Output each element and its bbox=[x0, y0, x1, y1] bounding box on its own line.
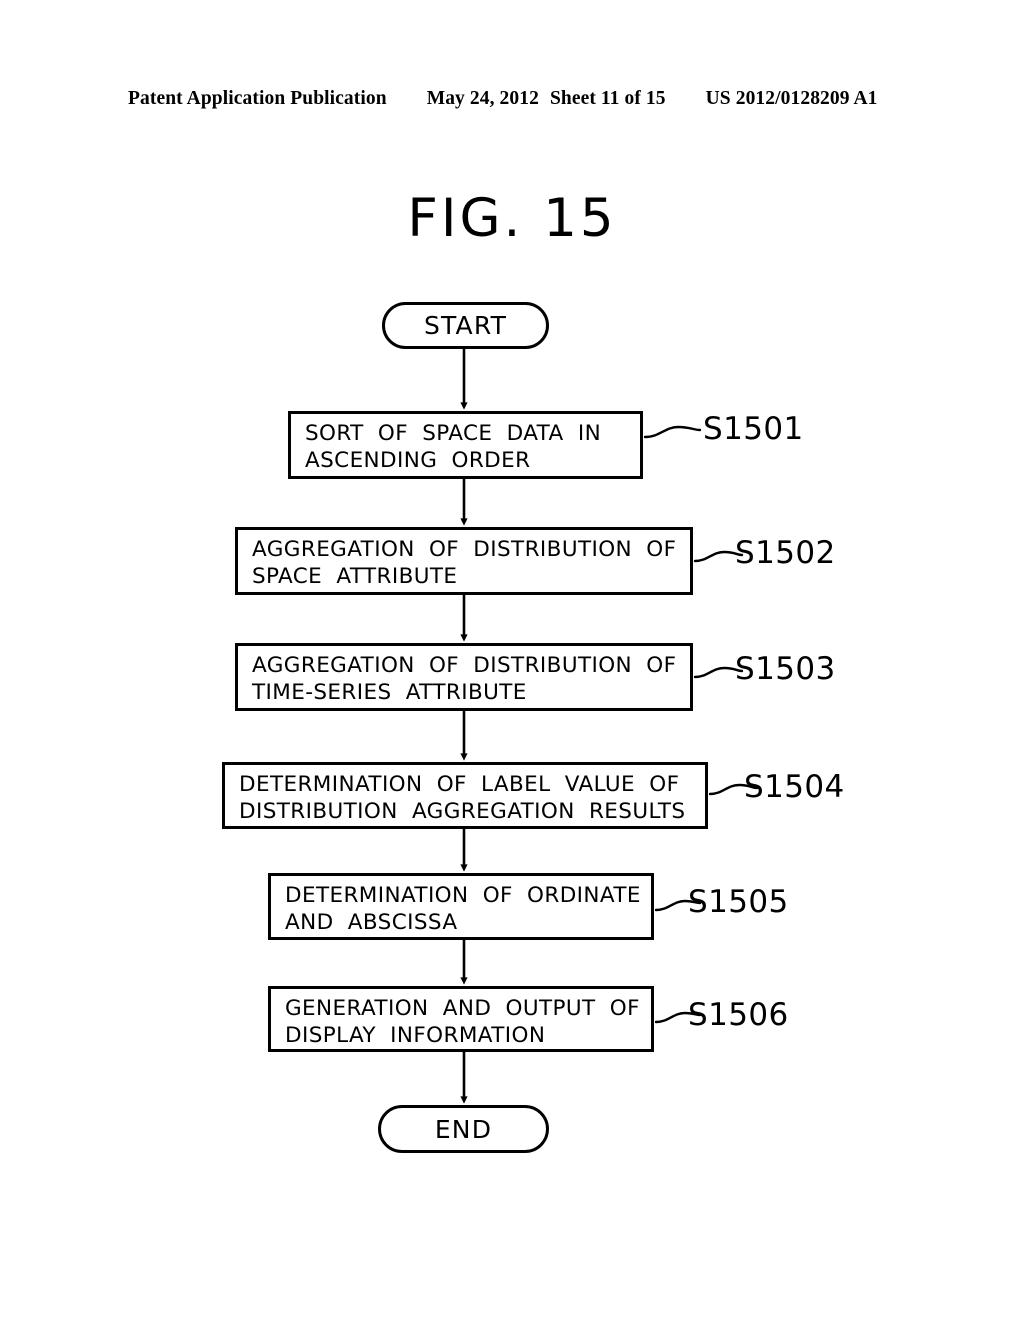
process-box-s1504-text: DETERMINATION OF LABEL VALUE OF DISTRIBU… bbox=[239, 772, 686, 824]
flowchart-diagram: START SORT OF SPACE DATA IN ASCENDING OR… bbox=[0, 0, 1024, 1320]
process-box-s1505-text: DETERMINATION OF ORDINATE AND ABSCISSA bbox=[285, 883, 641, 935]
process-box-s1501: SORT OF SPACE DATA IN ASCENDING ORDER bbox=[288, 411, 643, 479]
process-box-s1501-text: SORT OF SPACE DATA IN ASCENDING ORDER bbox=[305, 421, 602, 473]
process-box-s1503-text: AGGREGATION OF DISTRIBUTION OF TIME-SERI… bbox=[252, 653, 677, 705]
process-box-s1506: GENERATION AND OUTPUT OF DISPLAY INFORMA… bbox=[268, 986, 654, 1052]
process-box-s1502-text: AGGREGATION OF DISTRIBUTION OF SPACE ATT… bbox=[252, 537, 677, 589]
end-label: END bbox=[434, 1114, 493, 1144]
process-box-s1505: DETERMINATION OF ORDINATE AND ABSCISSA bbox=[268, 873, 654, 940]
step-label-s1504: S1504 bbox=[744, 769, 845, 805]
flowchart-start-terminator: START bbox=[382, 302, 549, 349]
step-label-s1506: S1506 bbox=[688, 997, 789, 1033]
step-label-s1503: S1503 bbox=[735, 651, 836, 687]
process-box-s1506-text: GENERATION AND OUTPUT OF DISPLAY INFORMA… bbox=[285, 996, 640, 1048]
step-label-s1501: S1501 bbox=[703, 411, 804, 447]
step-label-s1502: S1502 bbox=[735, 535, 836, 571]
flowchart-end-terminator: END bbox=[378, 1105, 549, 1153]
process-box-s1503: AGGREGATION OF DISTRIBUTION OF TIME-SERI… bbox=[235, 643, 693, 711]
start-label: START bbox=[423, 311, 508, 340]
process-box-s1502: AGGREGATION OF DISTRIBUTION OF SPACE ATT… bbox=[235, 527, 693, 595]
step-label-s1505: S1505 bbox=[688, 884, 789, 920]
process-box-s1504: DETERMINATION OF LABEL VALUE OF DISTRIBU… bbox=[222, 762, 708, 829]
